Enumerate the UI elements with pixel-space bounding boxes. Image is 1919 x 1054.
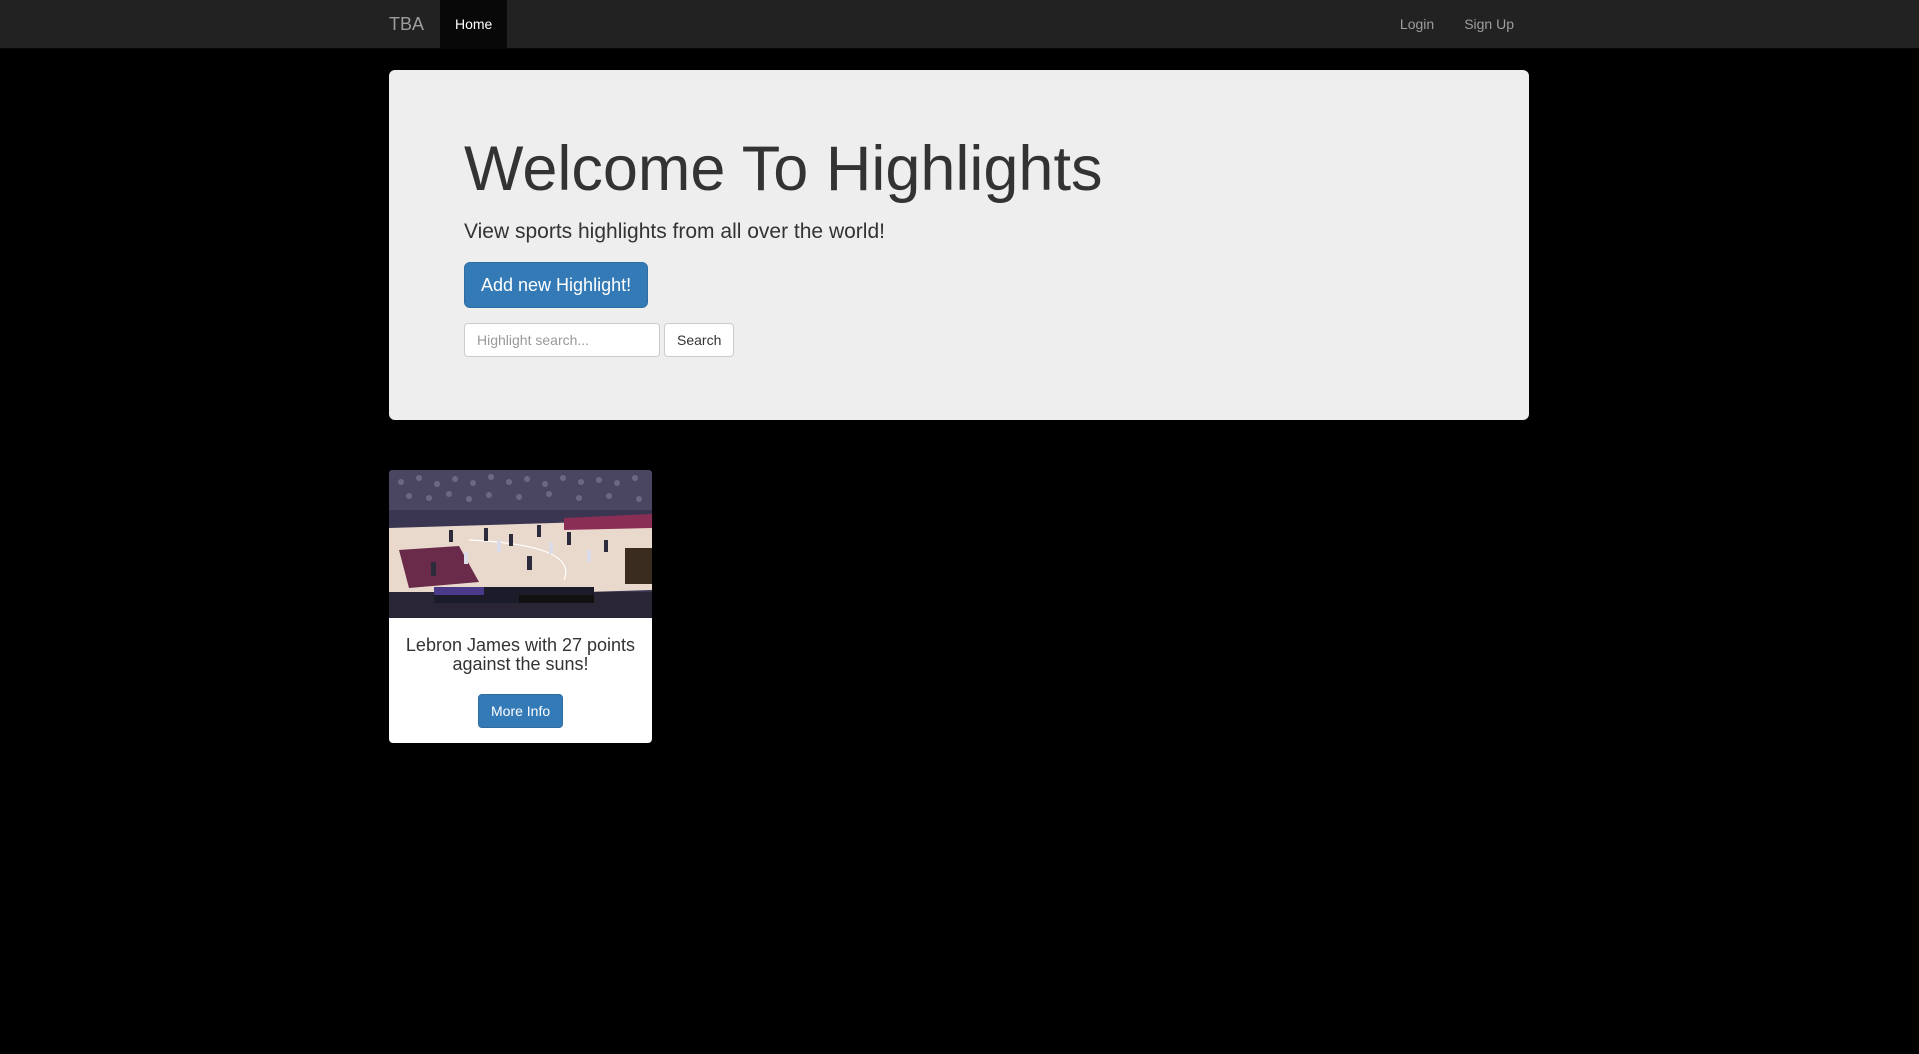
highlight-card: Lebron James with 27 points against the … bbox=[389, 470, 652, 743]
nav-home-link[interactable]: Home bbox=[440, 0, 508, 49]
top-navbar: TBA Home Login Sign Up bbox=[0, 0, 1919, 49]
login-link[interactable]: Login bbox=[1385, 0, 1449, 49]
highlight-search-input[interactable] bbox=[464, 323, 660, 357]
search-button[interactable]: Search bbox=[664, 323, 735, 357]
add-highlight-button[interactable]: Add new Highlight! bbox=[464, 262, 649, 308]
nav-right-group: Login Sign Up bbox=[1385, 0, 1529, 49]
more-info-button[interactable]: More Info bbox=[478, 694, 564, 728]
navbar-container: TBA Home Login Sign Up bbox=[374, 0, 1544, 49]
page-title: Welcome To Highlights bbox=[464, 134, 1103, 204]
highlight-caption: Lebron James with 27 points against the … bbox=[405, 635, 636, 674]
page-subtitle: View sports highlights from all over the… bbox=[464, 220, 885, 243]
brand-link[interactable]: TBA bbox=[389, 0, 424, 49]
basketball-game-thumbnail[interactable] bbox=[389, 470, 652, 618]
welcome-jumbotron: Welcome To Highlights View sports highli… bbox=[389, 70, 1529, 420]
signup-link[interactable]: Sign Up bbox=[1449, 0, 1529, 49]
